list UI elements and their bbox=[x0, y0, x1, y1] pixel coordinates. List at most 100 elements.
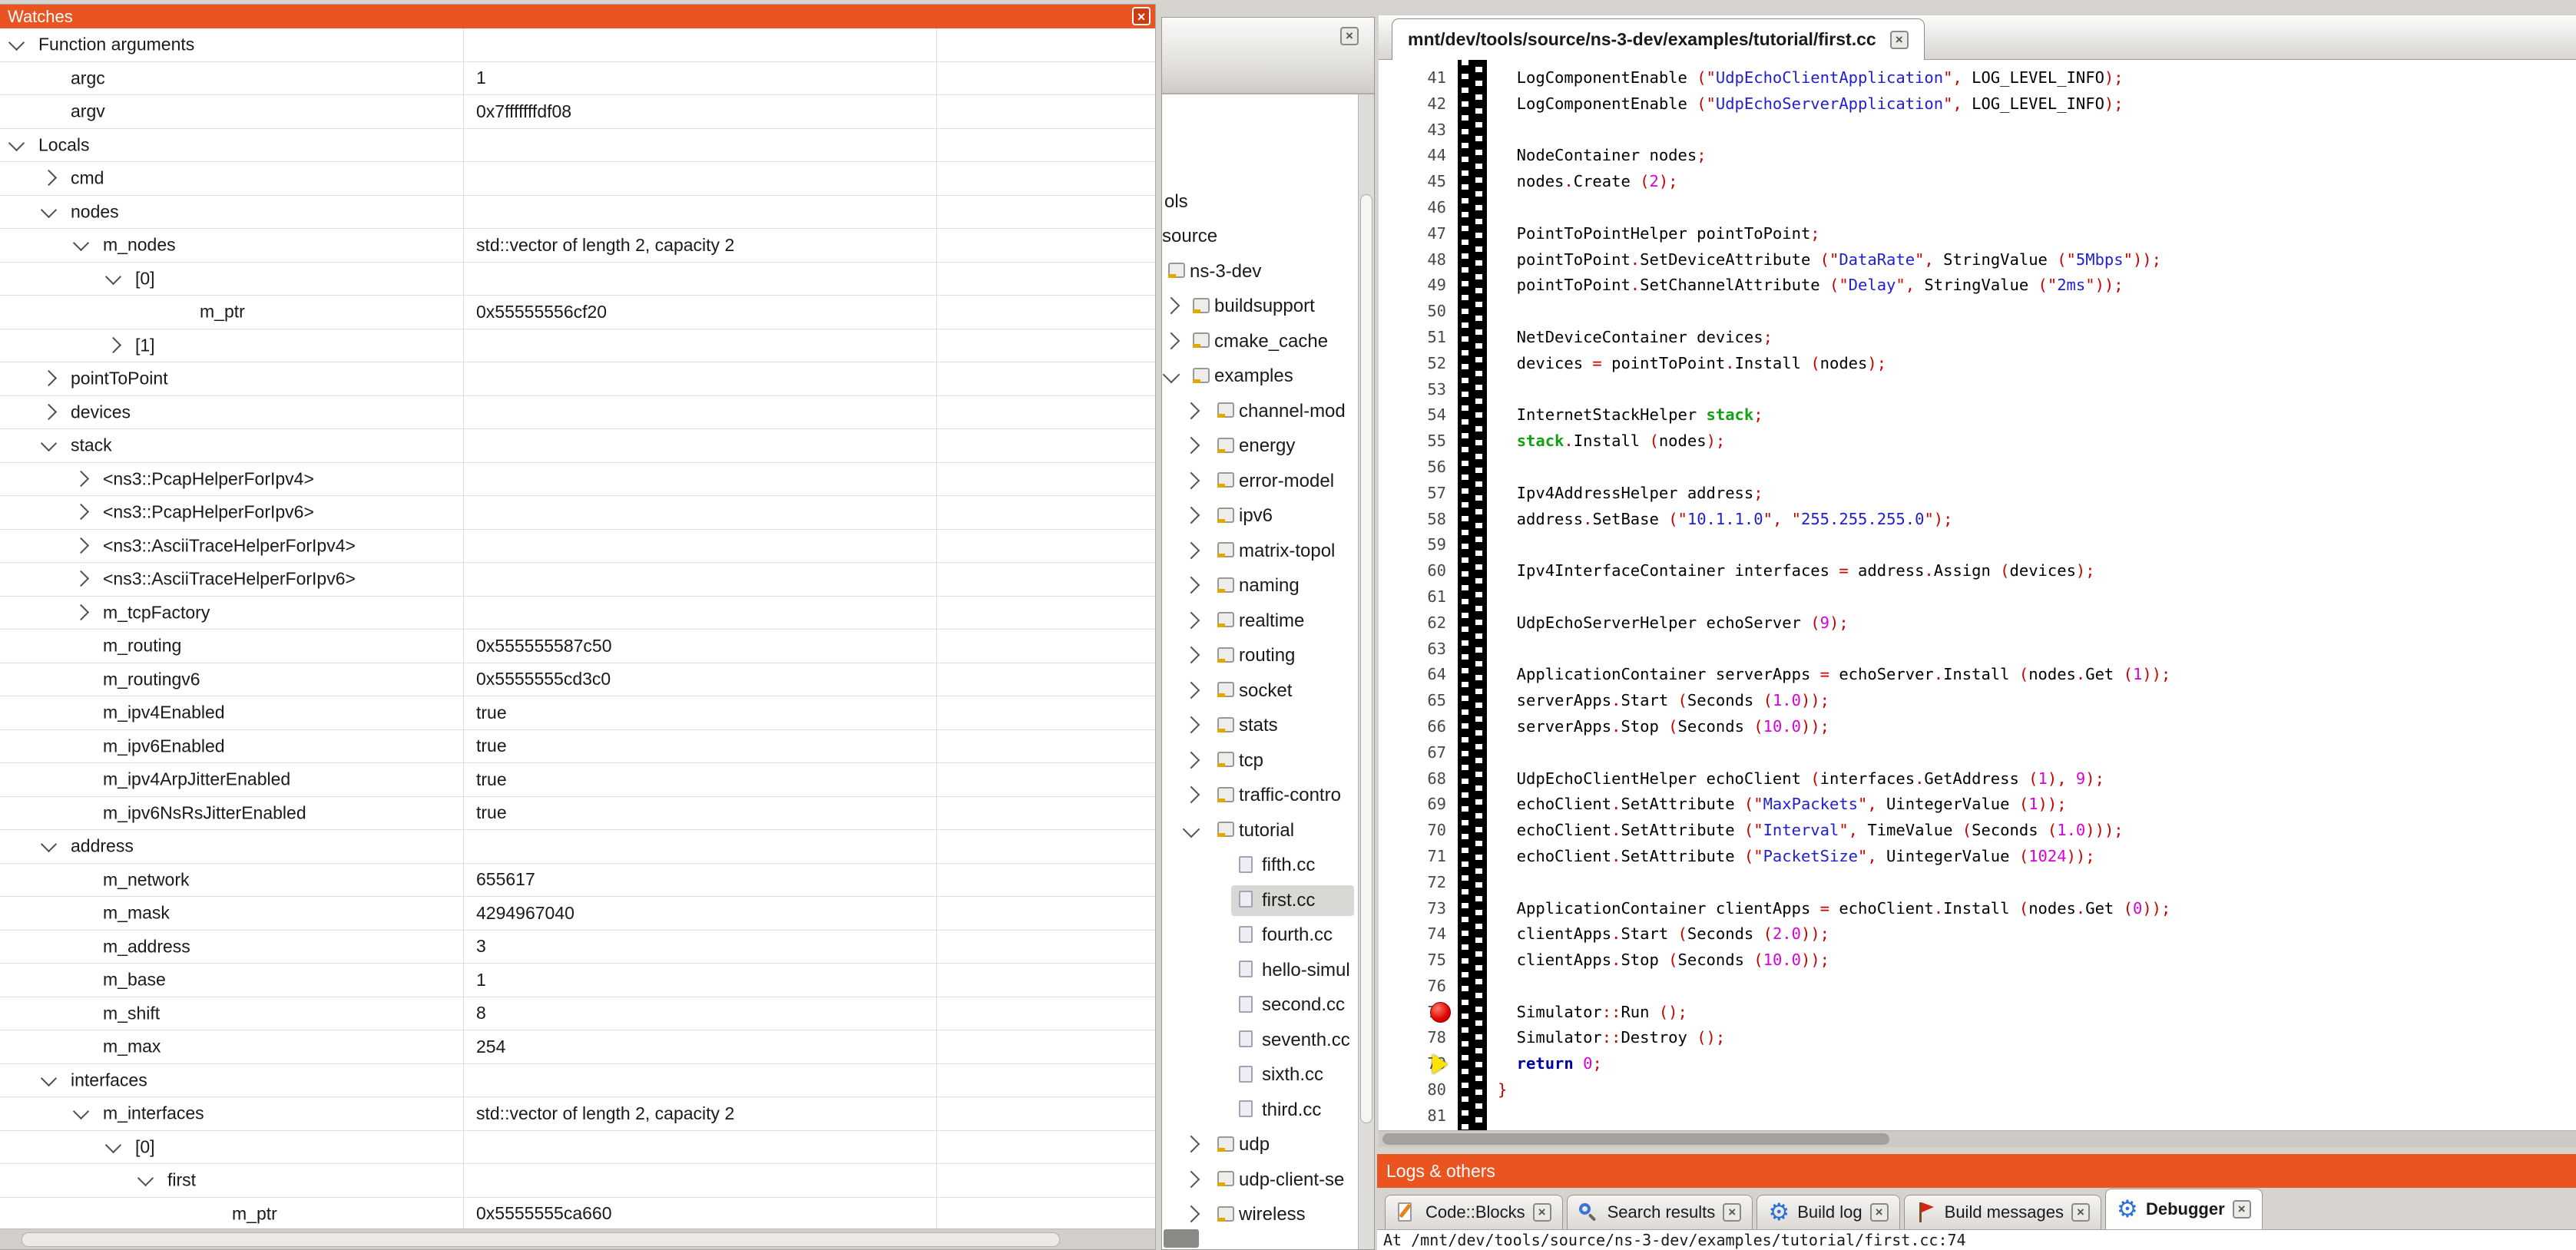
chevron-right-icon[interactable] bbox=[1183, 611, 1200, 629]
line-number[interactable]: 42 bbox=[1379, 91, 1455, 117]
chevron-right-icon[interactable] bbox=[1183, 577, 1200, 594]
watch-row[interactable]: m_routing0x555555587c50 bbox=[0, 630, 1155, 663]
tree-item[interactable]: tutorial bbox=[1162, 813, 1358, 848]
watch-row[interactable]: [0] bbox=[0, 1131, 1155, 1165]
line-number[interactable]: 59 bbox=[1379, 532, 1455, 558]
chevron-right-icon[interactable] bbox=[41, 170, 57, 186]
tree-item[interactable]: udp bbox=[1162, 1128, 1358, 1162]
watches-hscrollbar[interactable] bbox=[0, 1229, 1155, 1249]
watch-row[interactable]: argc1 bbox=[0, 62, 1155, 96]
line-number[interactable]: 63 bbox=[1379, 637, 1455, 663]
chevron-right-icon[interactable] bbox=[73, 537, 89, 554]
chevron-down-icon[interactable] bbox=[8, 135, 25, 151]
line-number[interactable]: 66 bbox=[1379, 714, 1455, 740]
watch-row[interactable]: [1] bbox=[0, 329, 1155, 363]
watch-row[interactable]: first bbox=[0, 1164, 1155, 1198]
watches-hscrollbar-thumb[interactable] bbox=[22, 1232, 1060, 1247]
line-number[interactable]: 54 bbox=[1379, 402, 1455, 428]
editor-hscrollbar[interactable] bbox=[1379, 1130, 2576, 1147]
chevron-right-icon[interactable] bbox=[41, 404, 57, 420]
chevron-right-icon[interactable] bbox=[1183, 471, 1200, 489]
chevron-right-icon[interactable] bbox=[1183, 1170, 1200, 1188]
tree-item[interactable]: matrix-topol bbox=[1162, 534, 1358, 568]
chevron-right-icon[interactable] bbox=[1183, 1136, 1200, 1153]
log-tab-close-icon[interactable]: × bbox=[2071, 1203, 2090, 1222]
tree-item[interactable]: fifth.cc bbox=[1162, 848, 1358, 883]
tree-item[interactable]: cmake_cache bbox=[1162, 324, 1358, 359]
chevron-down-icon[interactable] bbox=[73, 1103, 89, 1119]
watch-row[interactable]: cmd bbox=[0, 162, 1155, 196]
watch-row[interactable]: Function arguments bbox=[0, 28, 1155, 62]
tree-item[interactable]: energy bbox=[1162, 429, 1358, 464]
tree-item[interactable]: udp-client-se bbox=[1162, 1162, 1358, 1197]
line-number[interactable]: 76 bbox=[1379, 974, 1455, 1000]
log-tab-debugger[interactable]: ⚙Debugger× bbox=[2105, 1189, 2263, 1229]
log-tab-close-icon[interactable]: × bbox=[1870, 1203, 1889, 1222]
chevron-right-icon[interactable] bbox=[73, 604, 89, 620]
line-number[interactable]: 69 bbox=[1379, 792, 1455, 818]
watch-row[interactable]: m_ipv4ArpJitterEnabledtrue bbox=[0, 763, 1155, 797]
watch-row[interactable]: m_shift8 bbox=[0, 997, 1155, 1031]
tree-item[interactable]: ipv6 bbox=[1162, 499, 1358, 534]
watch-row[interactable]: address bbox=[0, 830, 1155, 864]
watch-row[interactable]: Locals bbox=[0, 129, 1155, 163]
chevron-right-icon[interactable] bbox=[105, 337, 121, 353]
line-number[interactable]: 78 bbox=[1379, 1025, 1455, 1051]
tree-item[interactable]: routing bbox=[1162, 639, 1358, 673]
line-number[interactable]: 60 bbox=[1379, 558, 1455, 584]
chevron-right-icon[interactable] bbox=[1183, 646, 1200, 664]
line-number[interactable]: 61 bbox=[1379, 584, 1455, 610]
line-number[interactable]: 74 bbox=[1379, 921, 1455, 947]
tree-item[interactable]: error-model bbox=[1162, 464, 1358, 498]
chevron-down-icon[interactable] bbox=[1183, 820, 1200, 838]
editor-tab[interactable]: mnt/dev/tools/source/ns-3-dev/examples/t… bbox=[1392, 18, 1925, 60]
line-number[interactable]: 68 bbox=[1379, 766, 1455, 792]
watch-row[interactable]: m_interfacesstd::vector of length 2, cap… bbox=[0, 1097, 1155, 1131]
code-text-area[interactable]: LogComponentEnable ("UdpEchoClientApplic… bbox=[1498, 65, 2576, 1129]
chevron-right-icon[interactable] bbox=[1183, 681, 1200, 699]
line-number[interactable]: 80 bbox=[1379, 1077, 1455, 1103]
line-number[interactable]: 47 bbox=[1379, 221, 1455, 247]
tree-item[interactable]: buildsupport bbox=[1162, 289, 1358, 324]
chevron-right-icon[interactable] bbox=[1163, 297, 1180, 315]
tree-item[interactable]: traffic-contro bbox=[1162, 779, 1358, 813]
line-number[interactable]: 56 bbox=[1379, 455, 1455, 481]
watch-row[interactable]: m_ipv4Enabledtrue bbox=[0, 696, 1155, 730]
log-tab-search-results[interactable]: Search results× bbox=[1567, 1195, 1753, 1229]
line-number[interactable]: 46 bbox=[1379, 195, 1455, 221]
chevron-down-icon[interactable] bbox=[41, 435, 57, 451]
line-number[interactable]: 50 bbox=[1379, 299, 1455, 325]
line-number[interactable]: 41 bbox=[1379, 65, 1455, 91]
breakpoint-icon[interactable] bbox=[1430, 1002, 1451, 1023]
chevron-right-icon[interactable] bbox=[73, 504, 89, 520]
chevron-right-icon[interactable] bbox=[1183, 751, 1200, 769]
watch-row[interactable]: <ns3::AsciiTraceHelperForIpv6> bbox=[0, 563, 1155, 597]
breakpoint-gutter[interactable] bbox=[1458, 60, 1487, 1130]
tree-item[interactable]: sixth.cc bbox=[1162, 1058, 1358, 1093]
watch-row[interactable]: <ns3::PcapHelperForIpv6> bbox=[0, 496, 1155, 530]
tree-item[interactable]: examples bbox=[1162, 359, 1358, 394]
watches-title-bar[interactable]: Watches × bbox=[0, 5, 1155, 28]
watch-row[interactable]: m_ptr0x55555556cf20 bbox=[0, 296, 1155, 329]
project-tree-vscrollbar[interactable] bbox=[1358, 94, 1374, 1249]
chevron-right-icon[interactable] bbox=[73, 570, 89, 587]
line-number[interactable]: 70 bbox=[1379, 818, 1455, 844]
tree-item[interactable]: naming bbox=[1162, 569, 1358, 604]
project-tree-vscrollbar-thumb[interactable] bbox=[1360, 194, 1372, 1123]
project-tree[interactable]: olssourcens-3-devbuildsupportcmake_cache… bbox=[1162, 94, 1358, 1249]
log-tab-close-icon[interactable]: × bbox=[1533, 1203, 1551, 1222]
log-tab-close-icon[interactable]: × bbox=[2233, 1200, 2251, 1219]
chevron-down-icon[interactable] bbox=[1163, 366, 1180, 384]
tree-item[interactable]: third.cc bbox=[1162, 1093, 1358, 1127]
watch-row[interactable]: m_tcpFactory bbox=[0, 597, 1155, 630]
chevron-right-icon[interactable] bbox=[73, 471, 89, 487]
project-tree-hscrollbar-thumb[interactable] bbox=[1164, 1229, 1199, 1248]
tree-item[interactable]: fourth.cc bbox=[1162, 918, 1358, 953]
line-number[interactable]: 48 bbox=[1379, 247, 1455, 273]
watch-row[interactable]: m_routingv60x5555555cd3c0 bbox=[0, 663, 1155, 697]
line-number[interactable]: 45 bbox=[1379, 169, 1455, 195]
watch-row[interactable]: [0] bbox=[0, 263, 1155, 296]
code-editor[interactable]: 4142434445464748495051525354555657585960… bbox=[1379, 60, 2576, 1130]
line-number[interactable]: 73 bbox=[1379, 896, 1455, 922]
line-number[interactable]: 71 bbox=[1379, 844, 1455, 870]
